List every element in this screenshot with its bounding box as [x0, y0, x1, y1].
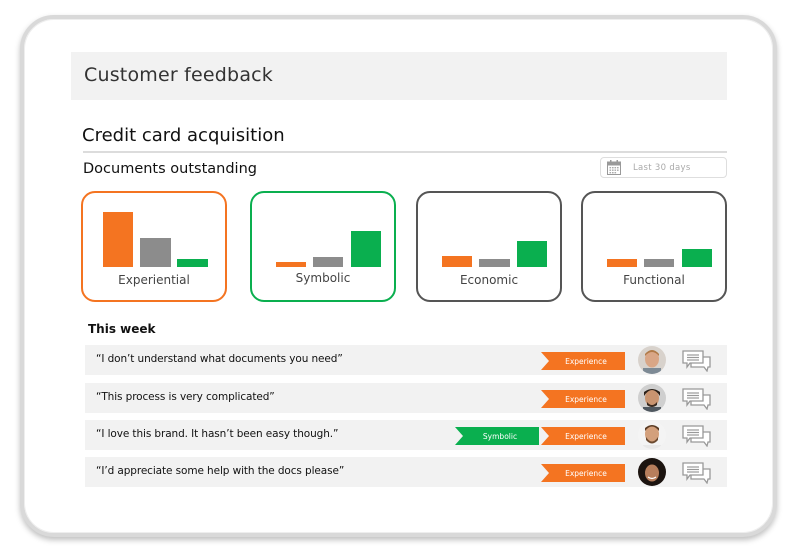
- category-card-functional[interactable]: Functional: [581, 191, 727, 302]
- page-title: Customer feedback: [84, 64, 274, 86]
- avatar[interactable]: [638, 421, 666, 449]
- card-label: Functional: [623, 273, 685, 287]
- tag-experience[interactable]: Experience: [541, 464, 625, 482]
- bar-orange: [103, 212, 133, 267]
- subsection-title: Documents outstanding: [83, 161, 257, 177]
- tag-symbolic[interactable]: Symbolic: [455, 427, 539, 445]
- feedback-row[interactable]: “I love this brand. It hasn’t been easy …: [85, 420, 727, 450]
- feedback-row[interactable]: “I’d appreciate some help with the docs …: [85, 457, 727, 487]
- category-card-experiential[interactable]: Experiential: [81, 191, 227, 302]
- date-range-filter[interactable]: Last 30 days: [600, 157, 727, 178]
- section-title: Credit card acquisition: [82, 125, 285, 146]
- chat-icon[interactable]: [682, 425, 712, 447]
- page-header: Customer feedback: [71, 52, 727, 100]
- tag-experience[interactable]: Experience: [541, 390, 625, 408]
- bar-grey: [140, 238, 171, 267]
- date-range-label: Last 30 days: [633, 162, 691, 173]
- category-card-economic[interactable]: Economic: [416, 191, 562, 302]
- avatar[interactable]: [638, 346, 666, 374]
- bar-green: [177, 259, 208, 267]
- feedback-quote: “I don’t understand what documents you n…: [96, 353, 343, 365]
- calendar-icon: [607, 160, 621, 175]
- category-card-symbolic[interactable]: Symbolic: [250, 191, 396, 302]
- bar-grey: [644, 259, 674, 267]
- tag-experience[interactable]: Experience: [541, 427, 625, 445]
- feedback-row[interactable]: “This process is very complicated” Exper…: [85, 383, 727, 413]
- bar-grey: [479, 259, 510, 267]
- chat-icon[interactable]: [682, 462, 712, 484]
- bar-green: [682, 249, 712, 267]
- feedback-quote: “This process is very complicated”: [96, 391, 275, 403]
- chat-icon[interactable]: [682, 388, 712, 410]
- tag-experience[interactable]: Experience: [541, 352, 625, 370]
- chat-icon[interactable]: [682, 350, 712, 372]
- feed-title: This week: [88, 322, 156, 336]
- card-label: Experiential: [118, 273, 190, 287]
- bar-grey: [313, 257, 343, 267]
- section-divider: [83, 151, 727, 153]
- bar-orange: [276, 262, 306, 267]
- feedback-quote: “I’d appreciate some help with the docs …: [96, 465, 345, 477]
- feedback-quote: “I love this brand. It hasn’t been easy …: [96, 428, 339, 440]
- bar-green: [351, 231, 381, 267]
- bar-orange: [442, 256, 472, 267]
- bar-orange: [607, 259, 637, 267]
- feedback-row[interactable]: “I don’t understand what documents you n…: [85, 345, 727, 375]
- card-label: Symbolic: [295, 271, 351, 285]
- bar-green: [517, 241, 547, 267]
- avatar[interactable]: [638, 458, 666, 486]
- card-label: Economic: [459, 273, 519, 287]
- avatar[interactable]: [638, 384, 666, 412]
